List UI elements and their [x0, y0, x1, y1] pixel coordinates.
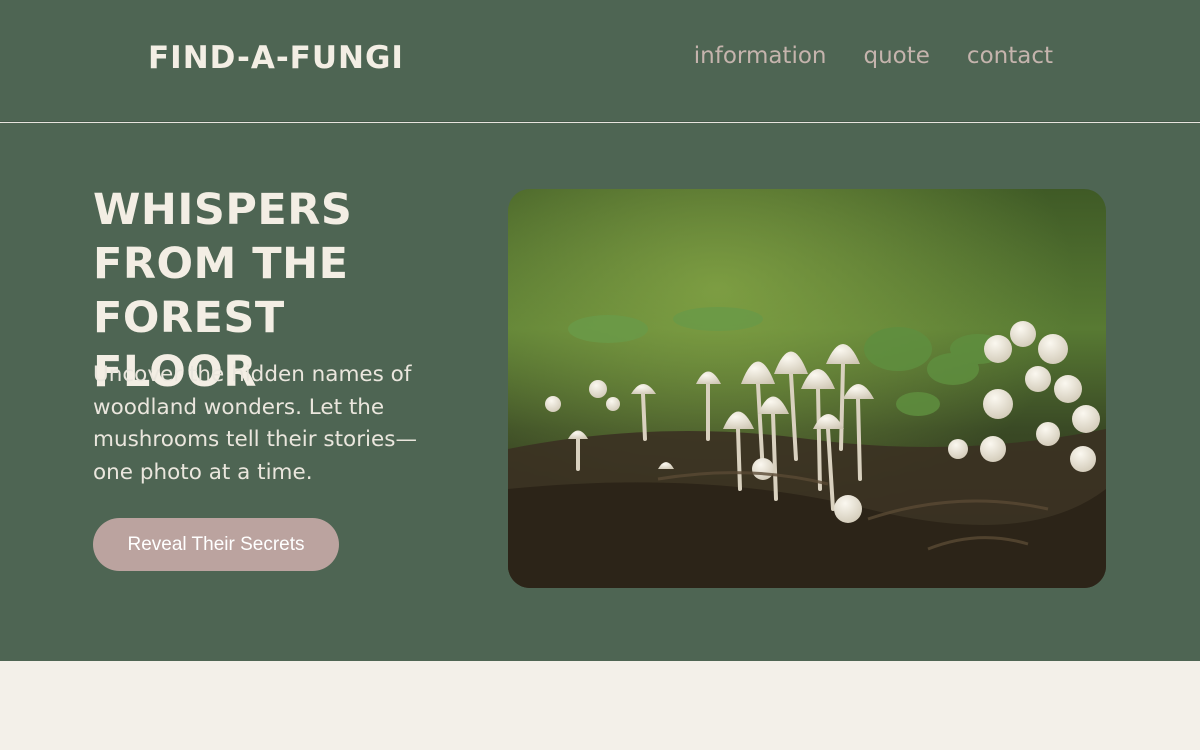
nav-link-quote[interactable]: quote [864, 40, 930, 72]
site-logo[interactable]: FIND-A-FUNGI [148, 38, 404, 78]
site-header: FIND-A-FUNGI information quote contact [0, 0, 1200, 122]
hero-mushroom-photo [508, 189, 1106, 588]
hero-section: Whispers from the Forest Floor Uncover t… [0, 123, 1200, 661]
nav-link-contact[interactable]: contact [967, 40, 1053, 72]
hero-description: Uncover the hidden names of woodland won… [93, 362, 417, 485]
main-nav: information quote contact [694, 40, 1053, 72]
nav-link-information[interactable]: information [694, 40, 827, 72]
reveal-secrets-button[interactable]: Reveal Their Secrets [93, 518, 339, 571]
